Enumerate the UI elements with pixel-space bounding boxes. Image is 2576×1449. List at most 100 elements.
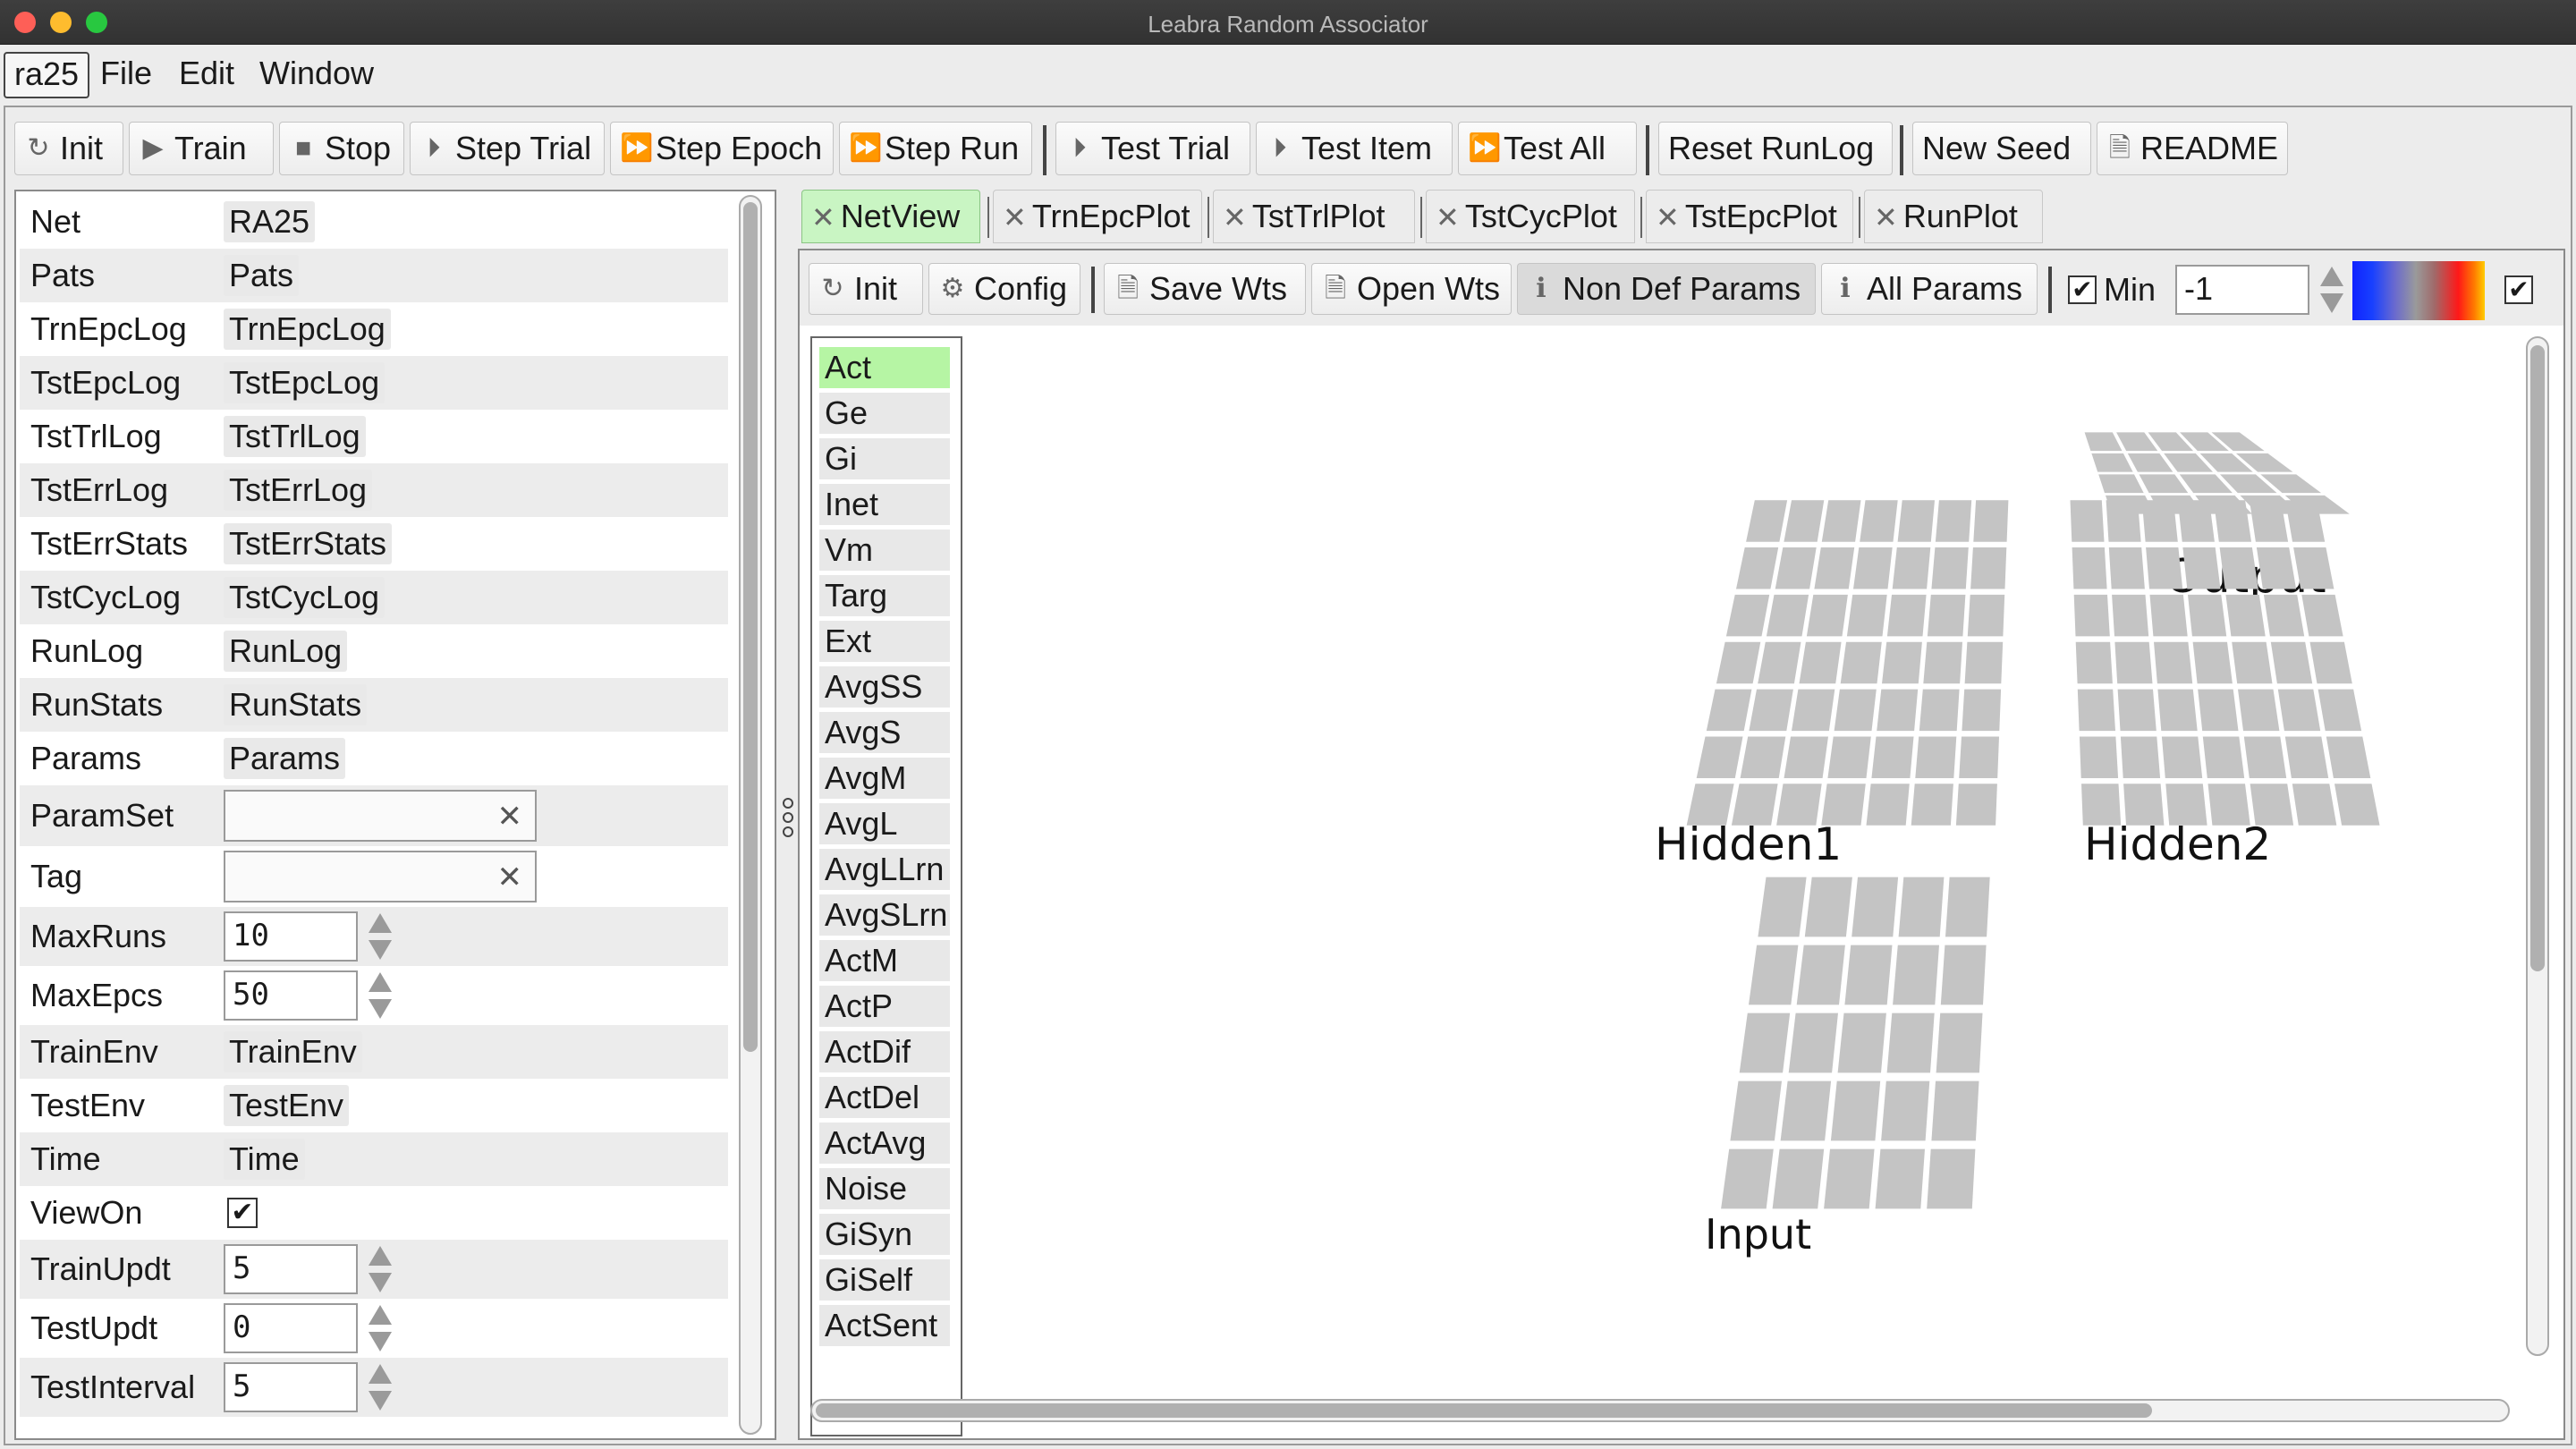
unit-cell[interactable] <box>1736 547 1779 589</box>
save-wts-button[interactable]: 🗎 Save Wts <box>1104 263 1306 315</box>
unit-cell[interactable] <box>1775 547 1817 589</box>
netview-horizontal-scrollbar[interactable] <box>810 1399 2510 1422</box>
unit-cell[interactable] <box>1772 1148 1825 1209</box>
field-value[interactable]: TstEpcLog <box>224 362 386 403</box>
unit-cell[interactable] <box>2277 689 2321 732</box>
unit-cell[interactable] <box>1871 736 1914 779</box>
unit-cell[interactable] <box>1806 594 1848 637</box>
scrollbar-thumb[interactable] <box>743 202 758 1052</box>
maxruns-spinner[interactable] <box>369 911 392 962</box>
unit-cell[interactable] <box>1827 736 1871 779</box>
variable-item[interactable]: AvgSLrn <box>819 894 950 936</box>
config-button[interactable]: ⚙ Config <box>928 263 1080 315</box>
field-value[interactable]: TrnEpcLog <box>224 309 391 350</box>
viewon-checkbox[interactable]: ✔ <box>227 1198 258 1228</box>
unit-cell[interactable] <box>1940 945 1987 1005</box>
maxepcs-input[interactable]: 50 <box>224 970 358 1021</box>
tab-tstcycplot[interactable]: ✕ TstCycPlot <box>1426 190 1635 243</box>
colormap-button[interactable] <box>2352 261 2485 320</box>
unit-cell[interactable] <box>1758 877 1807 937</box>
unit-cell[interactable] <box>1897 500 1935 542</box>
unit-cell[interactable] <box>2112 594 2149 637</box>
unit-cell[interactable] <box>2232 641 2273 684</box>
unit-cell[interactable] <box>2182 547 2221 589</box>
close-tab-icon[interactable]: ✕ <box>1223 201 1247 233</box>
unit-cell[interactable] <box>1840 641 1882 684</box>
variable-item[interactable]: AvgSS <box>819 666 950 708</box>
unit-cell[interactable] <box>2292 784 2337 826</box>
unit-cell[interactable] <box>1852 877 1899 937</box>
unit-cell[interactable] <box>1927 1148 1976 1209</box>
variable-item[interactable]: Act <box>819 347 950 388</box>
menu-edit[interactable]: Edit <box>179 52 234 95</box>
tab-tstepcplot[interactable]: ✕ TstEpcPlot <box>1646 190 1853 243</box>
unit-cell[interactable] <box>1766 594 1809 637</box>
unit-cell[interactable] <box>2198 689 2239 732</box>
trainupdt-spinner[interactable] <box>369 1244 392 1294</box>
field-value[interactable]: RunLog <box>224 631 348 672</box>
unit-cell[interactable] <box>2219 547 2258 589</box>
unit-cell[interactable] <box>2334 784 2380 826</box>
min-value-input[interactable]: -1 <box>2175 265 2309 315</box>
unit-cell[interactable] <box>2157 689 2198 732</box>
unit-cell[interactable] <box>1834 689 1877 732</box>
field-value[interactable]: Params <box>224 738 346 779</box>
unit-cell[interactable] <box>1746 500 1788 542</box>
unit-cell[interactable] <box>2141 500 2178 542</box>
unit-cell[interactable] <box>2106 500 2141 542</box>
field-value[interactable]: TrainEnv <box>224 1031 362 1072</box>
unit-cell[interactable] <box>1721 1148 1774 1209</box>
variable-item[interactable]: Ge <box>819 393 950 434</box>
variable-item[interactable]: Targ <box>819 575 950 616</box>
unit-cell[interactable] <box>2188 594 2227 637</box>
unit-cell[interactable] <box>1935 500 1972 542</box>
field-value[interactable]: Pats <box>224 255 300 296</box>
unit-cell[interactable] <box>1892 547 1931 589</box>
unit-cell[interactable] <box>2077 689 2115 732</box>
variable-item[interactable]: ActP <box>819 986 950 1027</box>
open-wts-button[interactable]: 🗎 Open Wts <box>1311 263 1512 315</box>
unit-cell[interactable] <box>1945 877 1990 937</box>
unit-cell[interactable] <box>1911 784 1953 826</box>
unit-cell[interactable] <box>1886 1013 1935 1073</box>
unit-cell[interactable] <box>1749 945 1799 1005</box>
test-trial-button[interactable]: ⏵ Test Trial <box>1055 122 1250 175</box>
variable-item[interactable]: ActDel <box>819 1077 950 1118</box>
all-params-button[interactable]: ℹ All Params <box>1821 263 2038 315</box>
unit-cell[interactable] <box>1792 689 1835 732</box>
unit-cell[interactable] <box>1973 500 2009 542</box>
trainupdt-input[interactable]: 5 <box>224 1244 358 1294</box>
tag-input[interactable]: ✕ <box>224 851 537 902</box>
unit-cell[interactable] <box>1927 594 1966 637</box>
unit-cell[interactable] <box>2284 736 2329 779</box>
unit-cell[interactable] <box>1830 1080 1881 1141</box>
unit-cell[interactable] <box>1837 1013 1886 1073</box>
netview-vertical-scrollbar[interactable] <box>2526 336 2549 1356</box>
unit-cell[interactable] <box>1919 689 1960 732</box>
splitter-handle[interactable] <box>782 796 794 846</box>
field-value[interactable]: RA25 <box>224 201 316 242</box>
variable-item[interactable]: GiSyn <box>819 1214 950 1255</box>
menu-window[interactable]: Window <box>259 52 374 95</box>
unit-cell[interactable] <box>2149 594 2188 637</box>
unit-cell[interactable] <box>1784 500 1825 542</box>
variable-item[interactable]: AvgL <box>819 803 950 844</box>
unit-cell[interactable] <box>2301 594 2343 637</box>
unit-cell[interactable] <box>1739 1013 1791 1073</box>
unit-cell[interactable] <box>1882 641 1922 684</box>
layer-hidden2[interactable]: Hidden2 <box>2070 500 2380 870</box>
unit-cell[interactable] <box>2243 736 2287 779</box>
unit-cell[interactable] <box>1780 1080 1832 1141</box>
unit-cell[interactable] <box>2318 689 2362 732</box>
unit-cell[interactable] <box>2070 500 2105 542</box>
layer-input[interactable]: Input <box>1705 877 1990 1258</box>
unit-cell[interactable] <box>2075 641 2113 684</box>
variable-item[interactable]: ActAvg <box>819 1123 950 1164</box>
field-value[interactable]: RunStats <box>224 684 368 725</box>
step-trial-button[interactable]: ⏵ Step Trial <box>410 122 605 175</box>
variable-item[interactable]: Noise <box>819 1168 950 1209</box>
variable-item[interactable]: Gi <box>819 438 950 479</box>
unit-cell[interactable] <box>1749 689 1793 732</box>
unit-cell[interactable] <box>1814 547 1855 589</box>
step-run-button[interactable]: ⏩ Step Run <box>839 122 1032 175</box>
